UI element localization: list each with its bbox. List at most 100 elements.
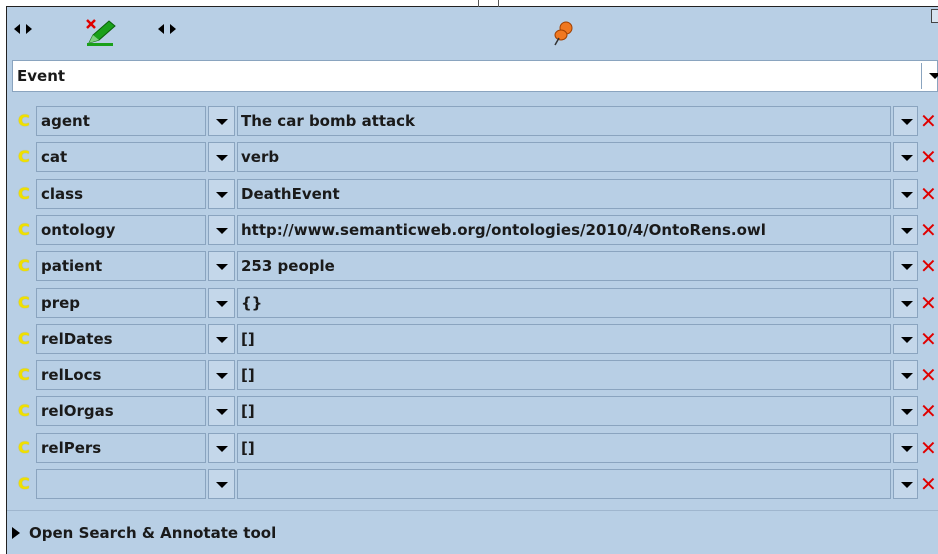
- feature-value-field[interactable]: []: [237, 432, 891, 463]
- feature-value-dropdown[interactable]: [893, 251, 918, 282]
- feature-value-dropdown[interactable]: [893, 142, 918, 173]
- table-row: C ✕: [14, 467, 938, 501]
- delete-feature-icon[interactable]: ✕: [920, 360, 938, 390]
- tick-mark: [498, 0, 499, 7]
- annotation-type-select[interactable]: Event: [12, 60, 938, 92]
- feature-value-dropdown[interactable]: [893, 323, 918, 354]
- feature-name-field[interactable]: relLocs: [36, 360, 206, 391]
- feature-value-dropdown[interactable]: [893, 178, 918, 209]
- table-row: CrelLocs [] ✕: [14, 358, 938, 392]
- feature-value-dropdown[interactable]: [893, 106, 918, 136]
- feature-value-dropdown[interactable]: [893, 432, 918, 463]
- feature-name-field[interactable]: agent: [36, 106, 206, 136]
- table-row: Cprep {} ✕: [14, 286, 938, 320]
- chevron-down-icon: [901, 264, 913, 271]
- feature-name-field[interactable]: cat: [36, 142, 206, 173]
- chevron-down-icon: [901, 227, 913, 234]
- delete-feature-icon[interactable]: ✕: [920, 179, 938, 209]
- delete-feature-icon[interactable]: ✕: [920, 215, 938, 245]
- tick-mark: [478, 0, 479, 7]
- feature-value-field[interactable]: {}: [237, 287, 891, 318]
- table-row: CrelDates [] ✕: [14, 322, 938, 356]
- annotation-type-value: Event: [17, 67, 66, 85]
- pushpin-icon[interactable]: [553, 20, 575, 50]
- left-right-arrows-icon[interactable]: [158, 24, 176, 34]
- feature-name-field[interactable]: class: [36, 178, 206, 209]
- feature-value-dropdown[interactable]: [893, 469, 918, 499]
- delete-feature-icon[interactable]: ✕: [920, 288, 938, 318]
- delete-feature-icon[interactable]: ✕: [920, 251, 938, 281]
- chevron-down-icon: [216, 373, 228, 380]
- table-row: Cpatient 253 people ✕: [14, 249, 938, 283]
- feature-type-icon: C: [18, 437, 30, 457]
- chevron-down-icon: [901, 409, 913, 416]
- table-row: CrelPers [] ✕: [14, 431, 938, 465]
- feature-value-field[interactable]: http://www.semanticweb.org/ontologies/20…: [237, 214, 891, 245]
- feature-name-field[interactable]: [36, 469, 206, 499]
- feature-value-field[interactable]: []: [237, 396, 891, 427]
- feature-name-dropdown[interactable]: [208, 360, 235, 391]
- feature-name-dropdown[interactable]: [208, 214, 235, 245]
- feature-value-field[interactable]: []: [237, 323, 891, 354]
- feature-value-dropdown[interactable]: [893, 396, 918, 427]
- delete-feature-icon[interactable]: ✕: [920, 469, 938, 499]
- footer-label: Open Search & Annotate tool: [29, 524, 277, 542]
- chevron-down-icon: [901, 155, 913, 162]
- feature-name-field[interactable]: relDates: [36, 323, 206, 354]
- feature-name-dropdown[interactable]: [208, 396, 235, 427]
- feature-name-field[interactable]: patient: [36, 251, 206, 282]
- chevron-down-icon[interactable]: [929, 73, 938, 79]
- left-right-arrows-icon[interactable]: [14, 24, 32, 34]
- window-corner-icon[interactable]: [931, 9, 938, 23]
- chevron-down-icon: [901, 191, 913, 198]
- divider: [7, 510, 938, 511]
- border-line: [6, 6, 7, 554]
- feature-value-field[interactable]: The car bomb attack: [237, 106, 891, 136]
- feature-name-dropdown[interactable]: [208, 251, 235, 282]
- table-row: Cclass DeathEvent ✕: [14, 177, 938, 211]
- expand-triangle-icon: [12, 527, 20, 539]
- feature-value-field[interactable]: [237, 469, 891, 499]
- feature-value-field[interactable]: verb: [237, 142, 891, 173]
- delete-feature-icon[interactable]: ✕: [920, 324, 938, 354]
- table-row: Ccat verb ✕: [14, 140, 938, 174]
- feature-name-dropdown[interactable]: [208, 469, 235, 499]
- feature-value-field[interactable]: 253 people: [237, 251, 891, 282]
- feature-name-dropdown[interactable]: [208, 432, 235, 463]
- delete-feature-icon[interactable]: ✕: [920, 106, 938, 136]
- feature-value-field[interactable]: []: [237, 360, 891, 391]
- chevron-down-icon: [216, 119, 228, 125]
- feature-type-icon: C: [18, 111, 30, 130]
- edit-annotation-icon[interactable]: [83, 17, 117, 51]
- feature-name-field[interactable]: relOrgas: [36, 396, 206, 427]
- open-search-annotate-toggle[interactable]: Open Search & Annotate tool: [12, 518, 276, 548]
- chevron-down-icon: [216, 336, 228, 343]
- feature-value-field[interactable]: DeathEvent: [237, 178, 891, 209]
- delete-feature-icon[interactable]: ✕: [920, 433, 938, 463]
- feature-name-dropdown[interactable]: [208, 287, 235, 318]
- chevron-down-icon: [901, 445, 913, 452]
- feature-name-dropdown[interactable]: [208, 323, 235, 354]
- feature-type-icon: C: [18, 474, 30, 493]
- feature-type-icon: C: [18, 183, 30, 203]
- feature-name-dropdown[interactable]: [208, 178, 235, 209]
- chevron-down-icon: [901, 482, 913, 488]
- toolbar: [7, 7, 938, 57]
- feature-value-dropdown[interactable]: [893, 287, 918, 318]
- chevron-down-icon: [901, 300, 913, 307]
- chevron-down-icon: [216, 482, 228, 488]
- feature-value-dropdown[interactable]: [893, 214, 918, 245]
- feature-name-field[interactable]: ontology: [36, 214, 206, 245]
- chevron-down-icon: [216, 409, 228, 416]
- delete-feature-icon[interactable]: ✕: [920, 396, 938, 426]
- delete-feature-icon[interactable]: ✕: [920, 142, 938, 172]
- chevron-down-icon: [901, 336, 913, 343]
- feature-name-field[interactable]: relPers: [36, 432, 206, 463]
- chevron-down-icon: [216, 191, 228, 198]
- feature-name-field[interactable]: prep: [36, 287, 206, 318]
- feature-value-dropdown[interactable]: [893, 360, 918, 391]
- chevron-down-icon: [216, 445, 228, 452]
- feature-name-dropdown[interactable]: [208, 106, 235, 136]
- feature-name-dropdown[interactable]: [208, 142, 235, 173]
- feature-type-icon: C: [18, 365, 30, 385]
